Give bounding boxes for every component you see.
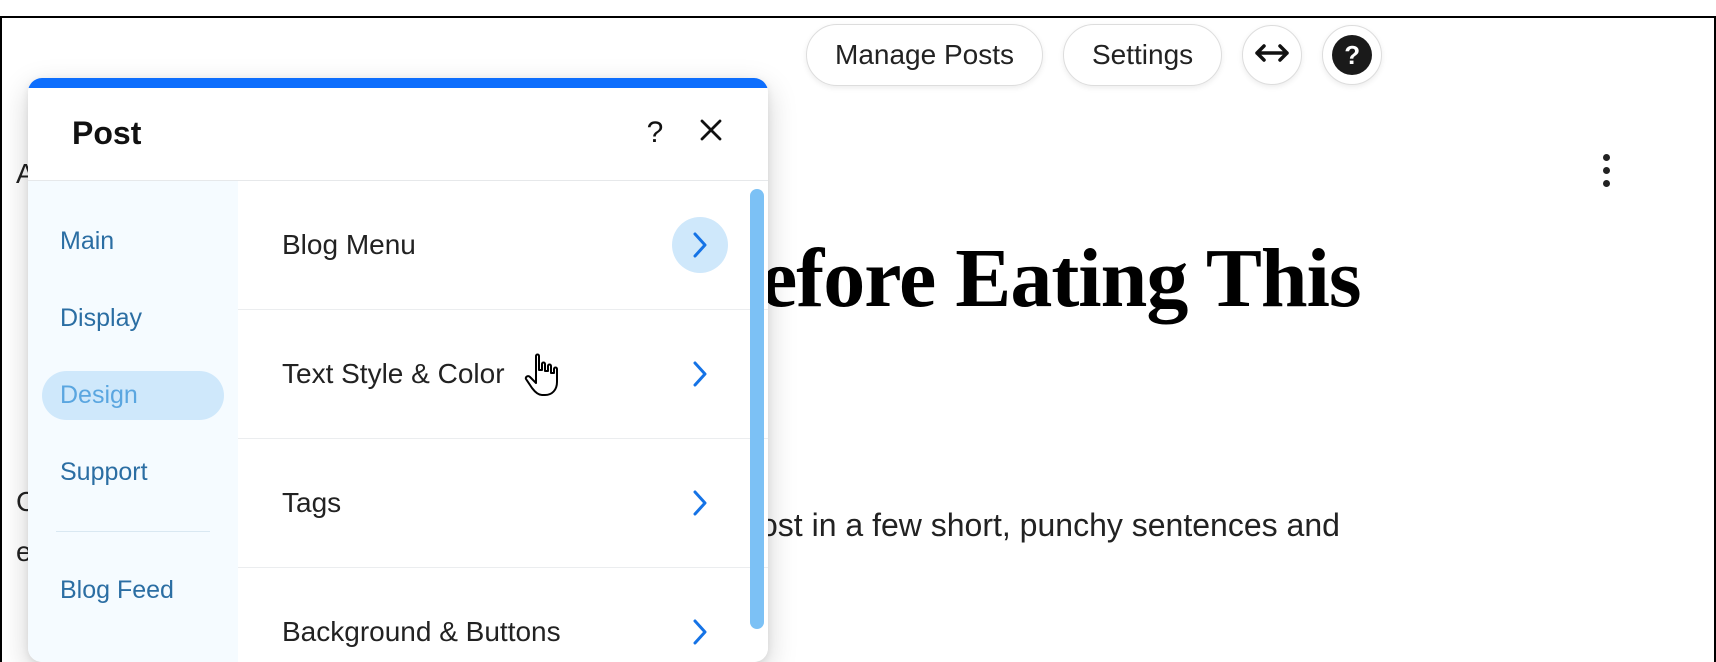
option-label: Tags — [282, 487, 672, 519]
page-toolbar: Manage Posts Settings ? — [806, 24, 1382, 86]
question-circle-icon: ? — [1332, 35, 1372, 75]
sidebar-divider — [56, 531, 210, 532]
article-body-fragment: ost in a few short, punchy sentences and — [760, 507, 1636, 544]
sidebar-item-support[interactable]: Support — [42, 448, 224, 497]
option-background-buttons[interactable]: Background & Buttons — [238, 568, 768, 662]
sidebar-item-display[interactable]: Display — [42, 294, 224, 343]
option-label: Blog Menu — [282, 229, 672, 261]
panel-help-button[interactable]: ? — [634, 112, 676, 154]
post-settings-panel: Post ? Main Display Design Support Blog … — [28, 78, 768, 662]
manage-posts-button[interactable]: Manage Posts — [806, 24, 1043, 86]
panel-close-button[interactable] — [690, 112, 732, 154]
help-button[interactable]: ? — [1322, 25, 1382, 85]
option-label: Text Style & Color — [282, 358, 672, 390]
panel-title: Post — [72, 115, 620, 152]
question-icon: ? — [647, 116, 664, 150]
chevron-right-icon — [672, 217, 728, 273]
design-options-list: Blog Menu Text Style & Color Tags Backgr… — [238, 181, 768, 662]
chevron-right-icon — [672, 604, 728, 660]
option-text-style-color[interactable]: Text Style & Color — [238, 310, 768, 439]
chevron-right-icon — [672, 346, 728, 402]
panel-header: Post ? — [28, 88, 768, 181]
panel-accent-bar — [28, 78, 768, 88]
more-options-button[interactable] — [1586, 150, 1626, 190]
sidebar-item-blog-feed[interactable]: Blog Feed — [42, 566, 224, 615]
stretch-button[interactable] — [1242, 25, 1302, 85]
chevron-right-icon — [672, 475, 728, 531]
scrollbar[interactable] — [750, 189, 764, 629]
panel-sidebar: Main Display Design Support Blog Feed — [28, 181, 238, 662]
option-tags[interactable]: Tags — [238, 439, 768, 568]
sidebar-item-main[interactable]: Main — [42, 217, 224, 266]
option-label: Background & Buttons — [282, 616, 672, 648]
article-preview: efore Eating This ost in a few short, pu… — [760, 230, 1636, 544]
article-title-fragment: efore Eating This — [760, 230, 1636, 327]
arrows-horizontal-icon — [1255, 38, 1289, 72]
settings-button[interactable]: Settings — [1063, 24, 1222, 86]
sidebar-item-design[interactable]: Design — [42, 371, 224, 420]
option-blog-menu[interactable]: Blog Menu — [238, 181, 768, 310]
close-icon — [699, 116, 723, 150]
